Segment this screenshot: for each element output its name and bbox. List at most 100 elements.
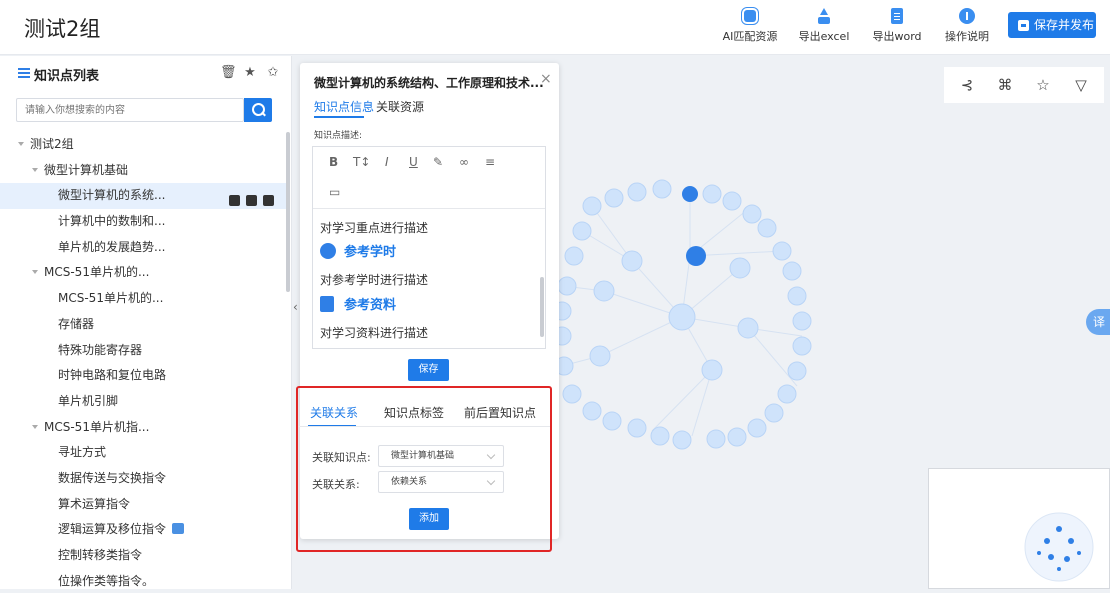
edit-icon[interactable] (246, 195, 257, 207)
tree-item-label: MCS-51单片机的... (58, 291, 164, 306)
tree-item[interactable]: 计算机中的数制和... (0, 209, 286, 235)
editor-heading: 参考资料 (320, 294, 396, 313)
save-publish-button[interactable]: 保存并发布 (1008, 12, 1096, 38)
tree-item[interactable]: 测试2组 (0, 132, 286, 158)
ai-match-button[interactable]: AI匹配资源 (718, 8, 782, 44)
tree-item-label: MCS-51单片机指... (44, 419, 150, 434)
tab-divider (298, 426, 550, 427)
tree-item[interactable]: 控制转移类指令 (0, 543, 286, 569)
highlight-icon[interactable]: ✎ (433, 155, 443, 169)
graph-toolbar: ⊰ ⌘ ☆ ▽ (944, 67, 1104, 103)
upload-icon (816, 8, 832, 24)
editor-scrollbar[interactable] (540, 277, 544, 337)
tab-knowledge-info[interactable]: 知识点信息 (314, 98, 374, 115)
tree-item-selected[interactable]: 微型计算机的系统... (0, 183, 286, 210)
text-size-icon[interactable]: T↕ (353, 155, 370, 169)
relation-type-label: 关联关系: (312, 478, 360, 491)
caret-down-icon[interactable] (18, 142, 24, 146)
relation-type-value: 依赖关系 (391, 477, 428, 487)
relation-section: 关联关系 知识点标签 前后置知识点 关联知识点: 微型计算机基础 关联关系: 依… (296, 386, 552, 552)
translate-button[interactable]: 译 (1086, 309, 1110, 335)
tree-item[interactable]: 算术运算指令 (0, 492, 286, 518)
list-icon (18, 68, 30, 79)
command-icon[interactable]: ⌘ (996, 76, 1014, 94)
editor-content[interactable]: 对学习重点进行描述 参考学时 对参考学时进行描述 参考资料 对学习资料进行描述 (313, 209, 545, 348)
editor-line: 对学习资料进行描述 (320, 326, 429, 340)
close-icon[interactable]: × (540, 71, 552, 87)
save-icon (1018, 20, 1029, 31)
tree-item[interactable]: MCS-51单片机指... (0, 415, 286, 441)
tree-item-label: 寻址方式 (58, 445, 107, 460)
tree-layout-icon[interactable]: ⊰ (958, 76, 976, 94)
bold-icon[interactable]: B (329, 155, 338, 169)
tree-item[interactable]: 寻址方式 (0, 440, 286, 466)
sidebar-scrollbar[interactable] (286, 132, 290, 292)
caret-down-icon[interactable] (32, 424, 38, 429)
star-outline-icon[interactable]: ☆ (1034, 76, 1052, 94)
minimap-graph (1024, 512, 1094, 582)
tab-related-resources[interactable]: 关联资源 (376, 98, 424, 115)
tree-item[interactable]: 单片机的发展趋势... (0, 235, 286, 261)
related-kp-value: 微型计算机基础 (391, 451, 455, 461)
tree-item[interactable]: 存储器 (0, 312, 286, 338)
tab-relation[interactable]: 关联关系 (310, 404, 358, 421)
sidebar-header: 知识点列表 🗑 ★ ✩ (0, 56, 291, 92)
export-excel-button[interactable]: 导出excel (792, 8, 856, 44)
tree-item[interactable]: 数据传送与交换指令 (0, 466, 286, 492)
tab-prerequisites[interactable]: 前后置知识点 (464, 404, 536, 421)
top-bar: 测试2组 AI匹配资源 导出excel 导出word 操作说明 保存并发布 (0, 0, 1110, 55)
sidebar-title: 知识点列表 (34, 69, 100, 84)
link-icon[interactable]: ∞ (459, 155, 469, 169)
star-icon[interactable]: ★ (243, 66, 257, 80)
info-icon (959, 8, 975, 24)
tree-item[interactable]: 特殊功能寄存器 (0, 338, 286, 364)
tree-item-label: 控制转移类指令 (58, 548, 143, 562)
instructions-button[interactable]: 操作说明 (935, 8, 999, 44)
editor-line: 对参考学时进行描述 (320, 273, 429, 287)
delete-icon[interactable] (263, 195, 274, 207)
image-icon[interactable]: ▭ (329, 185, 340, 199)
italic-icon[interactable]: I (385, 155, 389, 169)
rich-text-editor[interactable]: B T↕ I U ✎ ∞ ≡ ▭ 对学习重点进行描述 参考学时 对参考学时进行描… (312, 146, 546, 349)
chevron-down-icon (486, 476, 496, 486)
add-button[interactable]: 添加 (409, 508, 449, 530)
tree-item[interactable]: 单片机引脚 (0, 389, 286, 415)
tree-item[interactable]: 时钟电路和复位电路 (0, 363, 286, 389)
search-button[interactable] (244, 98, 272, 122)
tree-item-label: 算术运算指令 (58, 496, 131, 511)
align-icon[interactable]: ≡ (485, 155, 495, 169)
description-label: 知识点描述: (314, 131, 363, 141)
instructions-label: 操作说明 (945, 30, 989, 43)
heading-text: 参考资料 (344, 298, 397, 313)
tree-item-label: 逻辑运算及移位指令 (58, 522, 167, 537)
tree-item-label: 数据传送与交换指令 (58, 470, 167, 485)
tree-item[interactable]: MCS-51单片机的... (0, 286, 286, 312)
tree-item-label: 位操作类等指令。 (58, 573, 155, 588)
tree-item[interactable]: 微型计算机基础 (0, 158, 286, 184)
folder-icon[interactable] (172, 523, 185, 535)
tab-knowledge-tags[interactable]: 知识点标签 (384, 404, 444, 421)
tree-item-label: 时钟电路和复位电路 (58, 368, 167, 383)
related-kp-label: 关联知识点: (312, 451, 371, 464)
star-outline-icon[interactable]: ✩ (266, 66, 280, 80)
save-button[interactable]: 保存 (408, 359, 449, 381)
tree-item[interactable]: 逻辑运算及移位指令 (0, 517, 286, 543)
heading-text: 参考学时 (344, 245, 397, 260)
export-excel-label: 导出excel (798, 30, 850, 43)
tree-item-label: 微型计算机的系统... (58, 188, 166, 203)
editor-line: 对学习重点进行描述 (320, 221, 429, 235)
trash-icon[interactable]: 🗑 (220, 66, 237, 80)
add-icon[interactable] (229, 195, 240, 207)
filter-icon[interactable]: ▽ (1072, 76, 1090, 94)
related-kp-select[interactable]: 微型计算机基础 (378, 445, 504, 467)
relation-type-select[interactable]: 依赖关系 (378, 471, 504, 493)
export-word-button[interactable]: 导出word (865, 8, 929, 44)
tree-item-label: MCS-51单片机的... (44, 265, 150, 280)
minimap[interactable] (928, 468, 1110, 589)
search-input[interactable] (16, 98, 244, 122)
caret-down-icon[interactable] (32, 270, 38, 275)
tree-item[interactable]: 位操作类等指令。 (0, 569, 286, 589)
tree-item[interactable]: MCS-51单片机的... (0, 260, 286, 286)
caret-down-icon[interactable] (32, 167, 38, 172)
underline-icon[interactable]: U (409, 155, 418, 169)
